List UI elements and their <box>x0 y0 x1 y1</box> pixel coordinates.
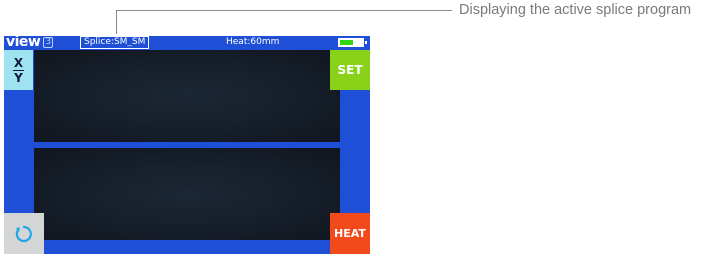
heat-button[interactable]: HEAT <box>330 213 370 254</box>
heat-program-label: Heat:60mm <box>226 37 280 47</box>
camera-view-y <box>34 148 340 240</box>
callout-leader <box>116 10 117 34</box>
callout-line <box>116 10 452 11</box>
reset-button[interactable] <box>4 213 44 254</box>
refresh-icon <box>15 225 32 242</box>
set-button[interactable]: SET <box>330 50 370 90</box>
brand-logo-text: view <box>6 36 41 50</box>
splicer-screen: view 3 Splice:SM_SM Heat:60mm X Y SET HE… <box>4 36 370 254</box>
camera-view-x <box>34 50 340 142</box>
battery-level <box>340 40 353 45</box>
status-bar: view 3 Splice:SM_SM Heat:60mm <box>4 36 370 50</box>
splice-program-label[interactable]: Splice:SM_SM <box>80 36 150 49</box>
battery-icon <box>338 38 367 47</box>
bottom-bar <box>44 240 330 254</box>
callout-text: Displaying the active splice program <box>459 2 692 18</box>
xy-view-button[interactable]: X Y <box>4 50 33 90</box>
page: Displaying the active splice program vie… <box>0 0 722 255</box>
xy-button-x-label: X <box>12 55 25 71</box>
xy-button-y-label: Y <box>14 70 23 85</box>
battery-tip <box>365 41 367 44</box>
brand-logo: view 3 <box>6 36 53 49</box>
brand-logo-number: 3 <box>43 36 53 48</box>
